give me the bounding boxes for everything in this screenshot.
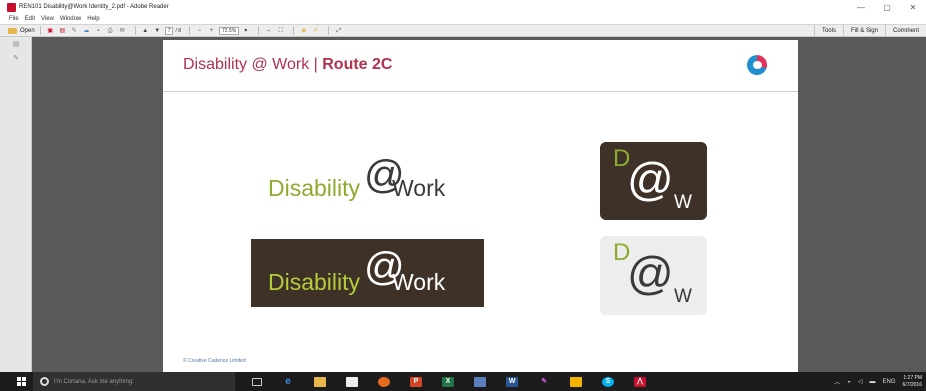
- cloud-icon[interactable]: ☁: [82, 27, 91, 35]
- tray-chevron-icon[interactable]: ︿: [834, 377, 840, 386]
- logo-work-text: Work: [392, 175, 446, 201]
- logo-horizontal-light: Disability @ Work: [268, 147, 468, 207]
- taskbar-apps: e P X W ✎ S ⋀: [252, 372, 666, 391]
- language-indicator[interactable]: ENG: [883, 379, 896, 385]
- open-label: Open: [20, 27, 35, 34]
- toolbar-divider: [293, 26, 295, 35]
- zoom-input[interactable]: 72.5%: [219, 26, 240, 35]
- window-title: REN101 Disability@Work Identity_2.pdf - …: [19, 4, 169, 10]
- logo-disability-text: Disability: [268, 269, 361, 295]
- toolbar-divider: [258, 26, 260, 35]
- toolbar-divider: [39, 26, 41, 35]
- logo-work-text: Work: [392, 269, 446, 295]
- excel-icon[interactable]: X: [442, 376, 454, 387]
- print-icon[interactable]: ⎙: [106, 27, 115, 35]
- clock-date: 6/7/2016: [902, 381, 922, 388]
- adobe-reader-icon: [7, 2, 16, 12]
- pdf-page: Disability @ Work | Route 2C Disability …: [163, 40, 798, 372]
- tile-w-letter: W: [674, 192, 692, 213]
- cortana-icon: [40, 377, 49, 386]
- task-view-icon[interactable]: [252, 377, 262, 386]
- taskbar: I'm Cortana. Ask me anything. e P X W ✎ …: [0, 372, 926, 391]
- tools-button[interactable]: Tools: [813, 25, 843, 36]
- comment-button[interactable]: Comment: [884, 25, 926, 36]
- page-title-route: Route 2C: [322, 56, 393, 73]
- folder-icon: [8, 27, 17, 34]
- toolbar: Open ▣ ▤ ✎ ☁ ▪ ⎙ ✉ ▲ ▼ 7 / 8 − + 72.5% ▾…: [0, 24, 926, 37]
- toolbar-divider: [189, 26, 191, 35]
- open-button[interactable]: Open: [8, 27, 35, 34]
- cortana-search-box[interactable]: I'm Cortana. Ask me anything.: [33, 372, 235, 391]
- volume-icon[interactable]: ◁: [858, 378, 863, 385]
- next-page-icon[interactable]: ▼: [153, 27, 162, 35]
- page-header: Disability @ Work | Route 2C: [163, 40, 798, 92]
- menu-bar: File Edit View Window Help: [0, 14, 926, 24]
- zoom-out-icon[interactable]: −: [195, 27, 204, 35]
- logo-disability-text: Disability: [268, 175, 361, 201]
- skype-icon[interactable]: S: [602, 376, 614, 387]
- copyright-text: © Creative Cadence Limited: [183, 358, 246, 364]
- page-title-prefix: Disability @ Work |: [183, 56, 323, 73]
- logo-horizontal-dark: Disability @ Work: [251, 239, 484, 307]
- email-icon[interactable]: ✉: [118, 27, 127, 35]
- document-viewer[interactable]: Disability @ Work | Route 2C Disability …: [32, 37, 926, 372]
- logo-tile-light: D @ W: [600, 236, 707, 315]
- feather-icon[interactable]: ✎: [538, 377, 550, 387]
- toolbar-divider: [134, 26, 136, 35]
- mail-icon[interactable]: [570, 376, 582, 387]
- notification-icon[interactable]: ▬: [870, 379, 876, 385]
- navigation-pane: ▤ ✎: [0, 37, 32, 372]
- cortana-placeholder: I'm Cortana. Ask me anything.: [54, 378, 134, 385]
- menu-edit[interactable]: Edit: [25, 16, 35, 22]
- logo-tile-dark: D @ W: [600, 142, 707, 220]
- export-icon[interactable]: ▤: [58, 27, 67, 35]
- title-bar: REN101 Disability@Work Identity_2.pdf - …: [0, 0, 926, 14]
- page-total: / 8: [175, 27, 182, 34]
- toolbar-right: Tools Fill & Sign Comment: [813, 25, 926, 36]
- edge-icon[interactable]: e: [282, 376, 294, 387]
- restore-button[interactable]: ▢: [874, 0, 900, 14]
- menu-file[interactable]: File: [9, 16, 19, 22]
- windows-start-icon[interactable]: [17, 377, 26, 386]
- word-icon[interactable]: W: [506, 376, 518, 387]
- acrobat-icon[interactable]: ⋀: [634, 376, 646, 387]
- menu-window[interactable]: Window: [60, 16, 81, 22]
- minimize-button[interactable]: —: [848, 0, 874, 14]
- expand-icon[interactable]: ⤢: [334, 27, 343, 35]
- signature-panel-icon[interactable]: ✎: [12, 55, 20, 63]
- app-grid-icon[interactable]: [474, 376, 486, 387]
- creative-cadence-logo-icon: [747, 55, 767, 75]
- edit-icon[interactable]: ✎: [70, 27, 79, 35]
- firefox-icon[interactable]: [378, 376, 390, 387]
- comment-icon[interactable]: ◉: [299, 27, 308, 35]
- zoom-in-icon[interactable]: +: [207, 27, 216, 35]
- menu-help[interactable]: Help: [87, 16, 99, 22]
- app-window: REN101 Disability@Work Identity_2.pdf - …: [0, 0, 926, 391]
- clock-time: 1:27 PM: [903, 374, 922, 381]
- page-number-input[interactable]: 7: [164, 26, 174, 35]
- create-pdf-icon[interactable]: ▣: [46, 27, 55, 35]
- highlight-icon[interactable]: ✐: [311, 27, 320, 35]
- window-controls: — ▢ ✕: [848, 0, 926, 14]
- tile-at-symbol: @: [627, 247, 674, 299]
- network-icon[interactable]: ◒: [847, 379, 851, 385]
- toolbar-divider: [328, 26, 330, 35]
- powerpoint-icon[interactable]: P: [410, 376, 422, 387]
- fit-page-icon[interactable]: ⇔: [264, 27, 273, 35]
- fill-sign-button[interactable]: Fill & Sign: [842, 25, 885, 36]
- tile-at-symbol: @: [627, 153, 674, 205]
- tile-w-letter: W: [674, 286, 692, 307]
- menu-view[interactable]: View: [41, 16, 54, 22]
- file-explorer-icon[interactable]: [314, 376, 326, 387]
- pages-panel-icon[interactable]: ▤: [12, 41, 20, 49]
- chevron-down-icon[interactable]: ▾: [241, 27, 250, 35]
- store-icon[interactable]: [346, 376, 358, 387]
- save-icon[interactable]: ▪: [94, 27, 103, 35]
- system-tray: ︿ ◒ ◁ ▬ ENG 1:27 PM 6/7/2016: [834, 372, 926, 391]
- full-screen-icon[interactable]: ⛶: [276, 27, 285, 35]
- close-button[interactable]: ✕: [900, 0, 926, 14]
- page-title: Disability @ Work | Route 2C: [183, 56, 392, 74]
- previous-page-icon[interactable]: ▲: [141, 27, 150, 35]
- clock[interactable]: 1:27 PM 6/7/2016: [903, 375, 922, 389]
